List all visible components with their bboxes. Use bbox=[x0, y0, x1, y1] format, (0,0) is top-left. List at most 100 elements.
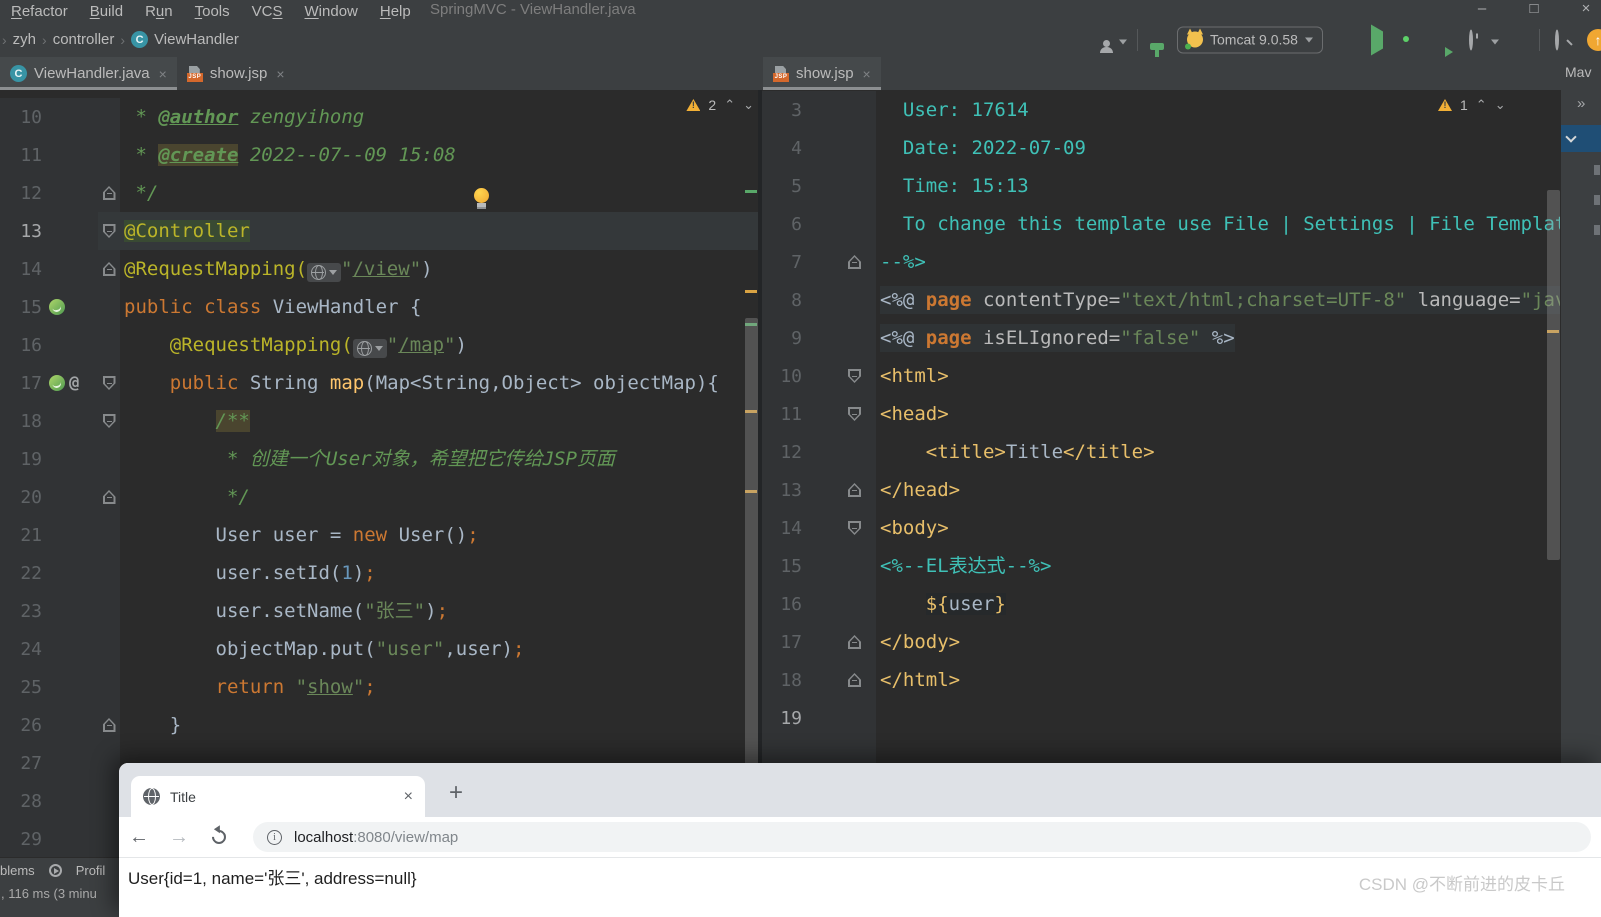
line-number[interactable]: 12 bbox=[0, 183, 42, 204]
maven-toolwindow-label[interactable]: Mav bbox=[1565, 64, 1591, 80]
inspection-widget[interactable]: 1 ⌃ ⌄ bbox=[1438, 97, 1506, 113]
line-number[interactable]: 4 bbox=[762, 138, 802, 159]
code-text[interactable]: objectMap.put("user",user); bbox=[120, 630, 758, 668]
breadcrumb-item-zyh[interactable]: zyh bbox=[13, 31, 36, 48]
code-text[interactable]: * @create 2022--07--09 15:08 bbox=[120, 136, 758, 174]
line-number[interactable]: 14 bbox=[762, 518, 802, 539]
code-text[interactable]: public String map(Map<String,Object> obj… bbox=[120, 364, 758, 402]
more-icon[interactable]: » bbox=[1577, 95, 1585, 112]
line-number[interactable]: 14 bbox=[0, 259, 42, 280]
profiler-toolwindow-button[interactable]: Profil bbox=[76, 863, 106, 878]
editor-pane-jsp[interactable]: 3 User: 17614 4 Date: 2022-07-09 5 Time: 1… bbox=[762, 90, 1560, 857]
line-number[interactable]: 10 bbox=[0, 107, 42, 128]
code-text[interactable]: /** bbox=[120, 402, 758, 440]
line-number[interactable]: 17 bbox=[762, 632, 802, 653]
code-text[interactable]: <%@ page isELIgnored="false" %> bbox=[876, 319, 1560, 357]
problems-toolwindow-button[interactable]: blems bbox=[0, 863, 35, 878]
fold-marker[interactable] bbox=[848, 635, 861, 649]
line-number[interactable]: 10 bbox=[762, 366, 802, 387]
tab-close-icon[interactable]: × bbox=[159, 66, 167, 82]
line-number[interactable]: 8 bbox=[762, 290, 802, 311]
code-text[interactable]: public class ViewHandler { bbox=[120, 288, 758, 326]
fold-marker[interactable] bbox=[102, 376, 116, 390]
code-text[interactable]: user.setId(1); bbox=[120, 554, 758, 592]
tab-close-icon[interactable]: × bbox=[863, 66, 871, 82]
line-number[interactable]: 11 bbox=[0, 145, 42, 166]
code-text[interactable]: <html> bbox=[876, 357, 1560, 395]
line-number[interactable]: 15 bbox=[0, 297, 42, 318]
code-text[interactable]: Date: 2022-07-09 bbox=[876, 129, 1560, 167]
menu-item-run[interactable]: Run bbox=[134, 3, 184, 20]
line-number[interactable]: 26 bbox=[0, 715, 42, 736]
code-text[interactable]: } bbox=[120, 706, 758, 744]
line-number[interactable]: 19 bbox=[762, 708, 802, 729]
stripe-mark-green[interactable] bbox=[745, 190, 757, 193]
line-number[interactable]: 16 bbox=[0, 335, 42, 356]
fold-marker[interactable] bbox=[848, 255, 861, 269]
line-number[interactable]: 13 bbox=[0, 221, 42, 242]
code-text[interactable]: </html> bbox=[876, 661, 1560, 699]
menu-item-build[interactable]: Build bbox=[79, 3, 134, 20]
search-everywhere-icon[interactable] bbox=[1555, 29, 1559, 50]
code-text[interactable]: */ bbox=[120, 478, 758, 516]
line-number[interactable]: 11 bbox=[762, 404, 802, 425]
code-text[interactable]: * 创建一个User对象，希望把它传给JSP页面 bbox=[120, 440, 758, 478]
code-text[interactable]: <%--EL表达式--%> bbox=[876, 547, 1560, 585]
editor-pane-java[interactable]: 10 * @author zengyihong 11 * @create 2022… bbox=[0, 90, 758, 857]
scrollbar-thumb[interactable] bbox=[1547, 190, 1560, 560]
editor-tab-viewhandler.java[interactable]: C ViewHandler.java × bbox=[0, 57, 177, 90]
fold-marker[interactable] bbox=[848, 369, 861, 383]
menu-item-tools[interactable]: Tools bbox=[184, 3, 241, 20]
fold-marker[interactable] bbox=[102, 490, 116, 504]
browser-tab[interactable]: Title × bbox=[131, 776, 425, 817]
menu-item-help[interactable]: Help bbox=[369, 3, 422, 20]
line-number[interactable]: 28 bbox=[0, 791, 42, 812]
stripe-mark-yellow[interactable] bbox=[745, 290, 757, 293]
line-number[interactable]: 17 bbox=[0, 373, 42, 394]
code-text[interactable]: --%> bbox=[876, 243, 1560, 281]
tab-close-icon[interactable]: × bbox=[404, 788, 413, 806]
code-text[interactable]: return "show"; bbox=[120, 668, 758, 706]
code-text[interactable] bbox=[876, 699, 1560, 737]
code-text[interactable]: To change this template use File | Setti… bbox=[876, 205, 1560, 243]
back-button[interactable]: ← bbox=[119, 826, 159, 849]
prev-warning-icon[interactable]: ⌃ bbox=[724, 97, 735, 113]
line-number[interactable]: 13 bbox=[762, 480, 802, 501]
profiler-toolwindow-icon[interactable] bbox=[48, 864, 62, 877]
line-number[interactable]: 5 bbox=[762, 176, 802, 197]
close-icon[interactable]: × bbox=[1577, 0, 1595, 17]
line-number[interactable]: 21 bbox=[0, 525, 42, 546]
breadcrumb-item-controller[interactable]: controller bbox=[53, 31, 115, 48]
code-text[interactable]: @Controller bbox=[120, 212, 758, 250]
code-text[interactable]: <title>Title</title> bbox=[876, 433, 1560, 471]
line-number[interactable]: 29 bbox=[0, 829, 42, 850]
line-number[interactable]: 15 bbox=[762, 556, 802, 577]
code-text[interactable]: </head> bbox=[876, 471, 1560, 509]
site-info-icon[interactable]: i bbox=[267, 829, 282, 845]
code-text[interactable]: Time: 15:13 bbox=[876, 167, 1560, 205]
code-text[interactable]: <head> bbox=[876, 395, 1560, 433]
update-icon[interactable]: ↑ bbox=[1587, 28, 1601, 51]
code-text[interactable]: </body> bbox=[876, 623, 1560, 661]
code-text[interactable]: ${user} bbox=[876, 585, 1560, 623]
line-number[interactable]: 3 bbox=[762, 100, 802, 121]
minimize-icon[interactable]: – bbox=[1473, 0, 1491, 17]
forward-button[interactable]: → bbox=[159, 826, 199, 849]
menu-item-window[interactable]: Window bbox=[294, 3, 369, 20]
fold-marker[interactable] bbox=[102, 186, 116, 200]
line-number[interactable]: 9 bbox=[762, 328, 802, 349]
line-number[interactable]: 12 bbox=[762, 442, 802, 463]
code-text[interactable]: * @author zengyihong bbox=[120, 98, 758, 136]
line-number[interactable]: 22 bbox=[0, 563, 42, 584]
line-number[interactable]: 6 bbox=[762, 214, 802, 235]
profiler-dropdown-icon[interactable] bbox=[1491, 31, 1499, 48]
line-number[interactable]: 23 bbox=[0, 601, 42, 622]
line-number[interactable]: 19 bbox=[0, 449, 42, 470]
spring-bean-icon[interactable] bbox=[49, 375, 65, 391]
line-number[interactable]: 25 bbox=[0, 677, 42, 698]
code-text[interactable]: @RequestMapping("/map") bbox=[120, 326, 758, 364]
url-globe-icon[interactable] bbox=[352, 339, 387, 358]
address-bar[interactable]: i localhost:8080/view/map bbox=[253, 822, 1591, 852]
reload-button[interactable] bbox=[209, 827, 229, 847]
code-text[interactable]: */ bbox=[120, 174, 758, 212]
